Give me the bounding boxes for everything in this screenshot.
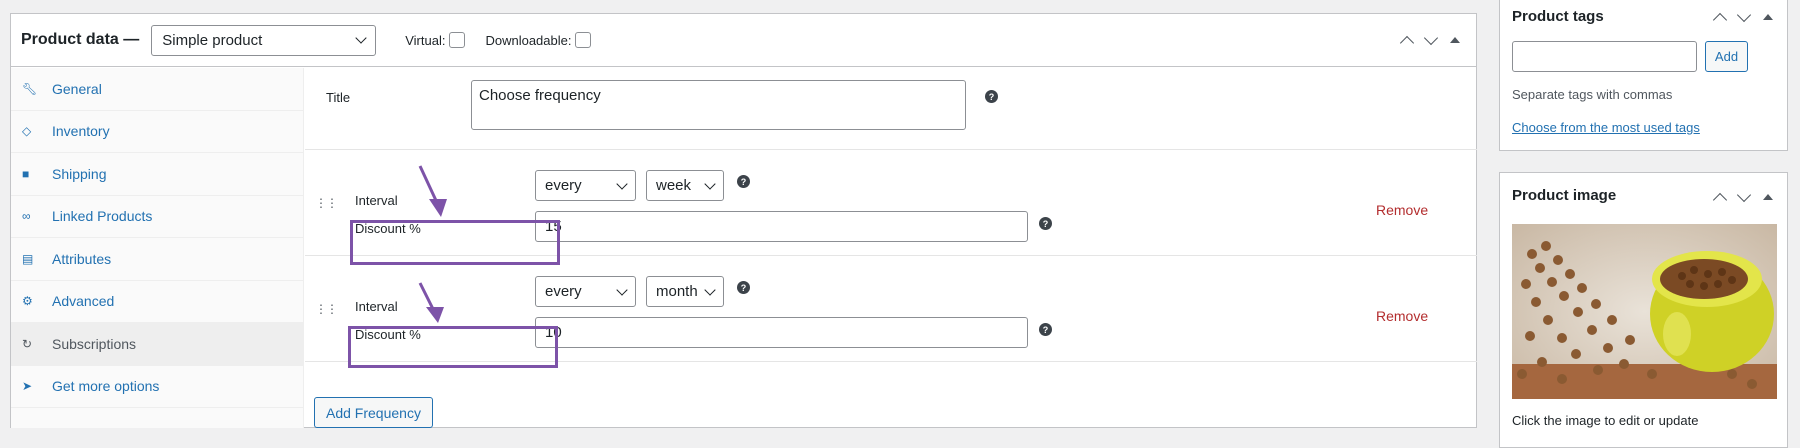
product-data-title: Product data — [21, 31, 140, 48]
tab-label: Get more options [52, 378, 160, 395]
box-controls [1712, 7, 1773, 28]
drag-handle-icon[interactable]: ⋮⋮ [315, 302, 338, 316]
product-tags-header: Product tags [1500, 0, 1787, 28]
tab-label: Shipping [52, 165, 107, 182]
tab-subscriptions[interactable]: ↻ Subscriptions [11, 323, 303, 366]
title-label: Title [326, 90, 351, 105]
drag-handle-icon[interactable]: ⋮⋮ [315, 196, 338, 210]
interval-period-select[interactable]: month [646, 276, 724, 307]
help-icon: ? [737, 281, 750, 294]
chevron-down-icon [616, 177, 628, 190]
product-image-title: Product image [1512, 186, 1617, 204]
move-down-icon[interactable] [1423, 30, 1439, 46]
panel-controls [1399, 30, 1460, 51]
help-icon: ? [1039, 323, 1052, 336]
help-icon: ? [1039, 217, 1052, 230]
interval-label: Interval [355, 299, 398, 314]
downloadable-checkbox[interactable] [575, 32, 592, 48]
virtual-label: Virtual: [405, 32, 446, 48]
product-data-panel: Product data — Simple product Virtual: D… [10, 13, 1477, 428]
chevron-down-icon [704, 177, 716, 190]
tab-label: General [52, 80, 102, 97]
discount-input[interactable]: 10 [535, 317, 1028, 348]
chevron-down-icon [704, 283, 716, 296]
link-icon: ∞ [22, 209, 31, 224]
product-data-header: Product data — Simple product Virtual: D… [11, 14, 1476, 67]
annotation-arrow-icon [418, 165, 447, 217]
select-value: every [545, 177, 582, 194]
most-used-tags-link[interactable]: Choose from the most used tags [1512, 120, 1700, 135]
select-value: month [656, 283, 698, 300]
highlight-box [350, 220, 560, 265]
plugin-icon: ➤ [22, 379, 33, 394]
chevron-down-icon [355, 32, 367, 44]
tab-label: Linked Products [52, 208, 153, 225]
interval-every-select[interactable]: every [535, 170, 636, 201]
remove-frequency-link[interactable]: Remove [1376, 202, 1428, 218]
tab-label: Subscriptions [52, 335, 137, 352]
interval-label: Interval [355, 193, 398, 208]
subscriptions-panel: Title Choose frequency ? ⋮⋮ Interval eve… [305, 68, 1477, 428]
tab-label: Advanced [52, 293, 115, 310]
move-down-icon[interactable] [1736, 187, 1752, 203]
chevron-down-icon [616, 283, 628, 296]
product-tags-box: Product tags Add Separate tags with comm… [1499, 0, 1788, 151]
select-value: every [545, 283, 582, 300]
move-up-icon[interactable] [1712, 12, 1728, 28]
annotation-arrow-icon [418, 282, 444, 323]
help-icon: ? [985, 90, 998, 103]
tab-advanced[interactable]: ⚙ Advanced [11, 281, 303, 323]
wrench-icon: 🔧︎ [22, 81, 38, 96]
tab-shipping[interactable]: ■ Shipping [11, 153, 303, 196]
add-tag-button[interactable]: Add [1705, 41, 1748, 72]
virtual-checkbox[interactable] [449, 32, 466, 48]
interval-every-select[interactable]: every [535, 276, 636, 307]
product-image-box: Product image Click the image to edit or… [1499, 172, 1788, 448]
tab-general[interactable]: 🔧︎ General [11, 68, 303, 111]
tag-icon: ◇ [22, 124, 32, 139]
tag-input[interactable] [1512, 41, 1697, 72]
help-icon: ? [737, 175, 750, 188]
collapse-toggle-icon[interactable] [1450, 37, 1460, 43]
remove-frequency-link[interactable]: Remove [1376, 308, 1428, 324]
truck-icon: ■ [22, 166, 30, 181]
product-image[interactable] [1512, 224, 1777, 399]
title-row: Title Choose frequency ? [305, 68, 1477, 150]
tab-linked-products[interactable]: ∞ Linked Products [11, 196, 303, 238]
tab-label: Attributes [52, 250, 112, 267]
select-value: week [656, 177, 692, 194]
gear-icon: ⚙ [22, 294, 33, 309]
product-tags-title: Product tags [1512, 7, 1604, 25]
highlight-box [348, 326, 558, 368]
product-type-value: Simple product [162, 31, 263, 49]
tab-inventory[interactable]: ◇ Inventory [11, 111, 303, 153]
title-textarea[interactable]: Choose frequency [471, 80, 966, 130]
move-down-icon[interactable] [1736, 7, 1752, 23]
tags-hint: Separate tags with commas [1512, 87, 1673, 102]
product-data-tabs: 🔧︎ General ◇ Inventory ■ Shipping ∞ Linked P… [11, 68, 304, 428]
collapse-toggle-icon[interactable] [1763, 194, 1773, 200]
interval-period-select[interactable]: week [646, 170, 724, 201]
tab-attributes[interactable]: ▤ Attributes [11, 238, 303, 281]
tab-get-more-options[interactable]: ➤ Get more options [11, 366, 303, 408]
box-controls [1712, 187, 1773, 208]
discount-input[interactable]: 15 [535, 211, 1028, 242]
list-icon: ▤ [22, 251, 34, 266]
collapse-toggle-icon[interactable] [1763, 14, 1773, 20]
product-type-select[interactable]: Simple product [151, 24, 377, 56]
add-frequency-button[interactable]: Add Frequency [314, 397, 433, 428]
downloadable-label: Downloadable: [485, 32, 572, 48]
product-image-header: Product image [1500, 173, 1787, 217]
cycle-icon: ↻ [22, 336, 33, 351]
tab-label: Inventory [52, 123, 110, 140]
product-image-hint: Click the image to edit or update [1512, 413, 1699, 428]
move-up-icon[interactable] [1712, 192, 1728, 208]
move-up-icon[interactable] [1399, 35, 1415, 51]
